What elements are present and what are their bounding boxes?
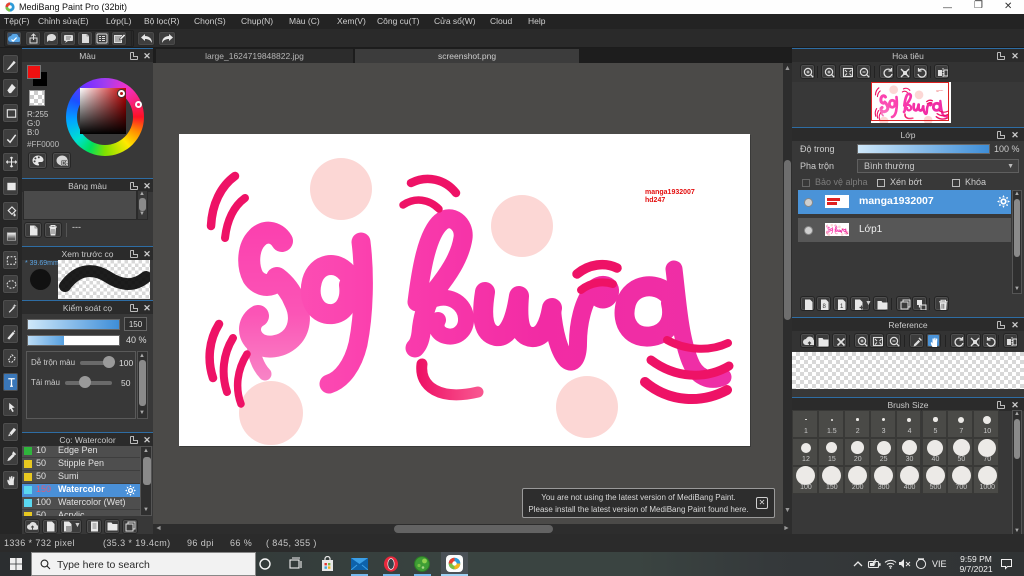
svg-text:DB: DB	[62, 161, 68, 166]
svg-text:manga1932007: manga1932007	[645, 189, 695, 196]
svg-text:hd247: hd247	[645, 197, 665, 204]
